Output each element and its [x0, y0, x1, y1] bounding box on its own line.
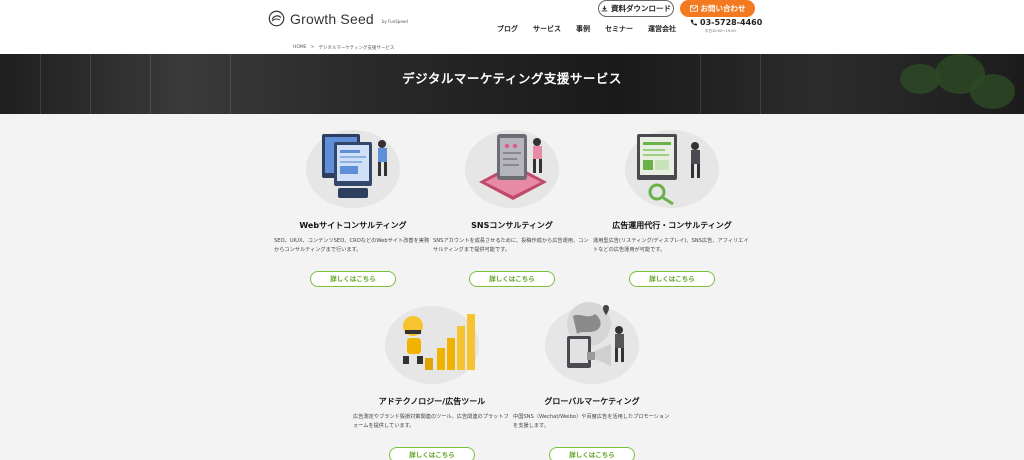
service-title: アドテクノロジー/広告ツール [378, 397, 486, 406]
service-description: 広告測定やブランド毀損対策関連のツール、広告関連のプラットフォームを提供していま… [353, 414, 509, 430]
service-title: Webサイトコンサルティング [299, 221, 407, 230]
page-title: デジタルマーケティング支援サービス [402, 71, 622, 86]
download-label: 資料ダウンロード [611, 4, 671, 13]
service-description: 運用型広告(リスティング/ディスプレイ)、SNS広告、アフィリエイトなどの広告運… [593, 238, 749, 254]
service-card-global: グローバルマーケティング 中国SNS（Wechat/Weibo）や百度広告を活用… [507, 296, 677, 460]
service-card-ads: 広告運用代行・コンサルティング 運用型広告(リスティング/ディスプレイ)、SNS… [587, 120, 757, 287]
details-button-sns[interactable]: 詳しくはこちら [469, 271, 555, 287]
nav-item-company[interactable]: 運営会社 [648, 24, 676, 34]
site-header: Growth Seed by FunSpeed 資料ダウンロード お問い合わせ … [0, 0, 1024, 40]
contact-button[interactable]: お問い合わせ [680, 0, 755, 17]
phone-text: 03-5728-4460 [700, 18, 763, 27]
details-button-ads[interactable]: 詳しくはこちら [629, 271, 715, 287]
service-description: SNSアカウントを成長させるために、投稿作成から広告運用、コンサルティングまで提… [433, 238, 589, 254]
services-section: Webサイトコンサルティング SEO、UIUX、コンテンツSEO、CROなどのW… [0, 114, 1024, 460]
mail-icon [689, 5, 698, 12]
growth-seed-logo-icon [268, 10, 285, 27]
site-logo[interactable]: Growth Seed by FunSpeed [268, 10, 408, 27]
service-card-sns: SNSコンサルティング SNSアカウントを成長させるために、投稿作成から広告運用… [427, 120, 597, 287]
logo-text: Growth Seed [290, 10, 374, 27]
breadcrumb-current: デジタルマーケティング支援サービス [318, 46, 395, 51]
nav-item-services[interactable]: サービス [533, 24, 561, 34]
breadcrumb-separator: > [310, 45, 315, 50]
service-title: SNSコンサルティング [471, 221, 553, 230]
details-button-adtech[interactable]: 詳しくはこちら [389, 447, 475, 460]
details-button-web[interactable]: 詳しくはこちら [310, 271, 396, 287]
phone-icon [690, 19, 697, 26]
ad-operation-illustration [617, 120, 727, 212]
service-description: SEO、UIUX、コンテンツSEO、CROなどのWebサイト改善を実務からコンサ… [274, 238, 430, 254]
adtech-illustration [377, 296, 487, 388]
logo-byline: by FunSpeed [381, 19, 408, 24]
breadcrumb: HOME > デジタルマーケティング支援サービス [293, 45, 395, 51]
nav-item-blog[interactable]: ブログ [497, 24, 518, 34]
contact-label: お問い合わせ [700, 4, 746, 13]
phone-number[interactable]: 03-5728-4460 [690, 18, 762, 27]
details-button-global[interactable]: 詳しくはこちら [549, 447, 635, 460]
service-title: 広告運用代行・コンサルティング [612, 221, 732, 230]
download-button[interactable]: 資料ダウンロード [598, 0, 674, 17]
hero-banner: デジタルマーケティング支援サービス [0, 54, 1024, 114]
sns-consulting-illustration [457, 120, 567, 212]
web-consulting-illustration [298, 120, 408, 212]
download-icon [601, 5, 608, 12]
service-card-web: Webサイトコンサルティング SEO、UIUX、コンテンツSEO、CROなどのW… [268, 120, 438, 287]
global-marketing-illustration [537, 296, 647, 388]
breadcrumb-home[interactable]: HOME [293, 45, 307, 51]
service-card-adtech: アドテクノロジー/広告ツール 広告測定やブランド毀損対策関連のツール、広告関連の… [347, 296, 517, 460]
phone-hours: 平日10:00～19:00 [705, 29, 736, 33]
main-nav: ブログ サービス 事例 セミナー 運営会社 [497, 24, 691, 34]
nav-item-seminar[interactable]: セミナー [605, 24, 633, 34]
service-title: グローバルマーケティング [544, 397, 640, 406]
nav-item-cases[interactable]: 事例 [576, 24, 590, 34]
service-description: 中国SNS（Wechat/Weibo）や百度広告を活用したプロモーションを支援し… [513, 414, 670, 430]
